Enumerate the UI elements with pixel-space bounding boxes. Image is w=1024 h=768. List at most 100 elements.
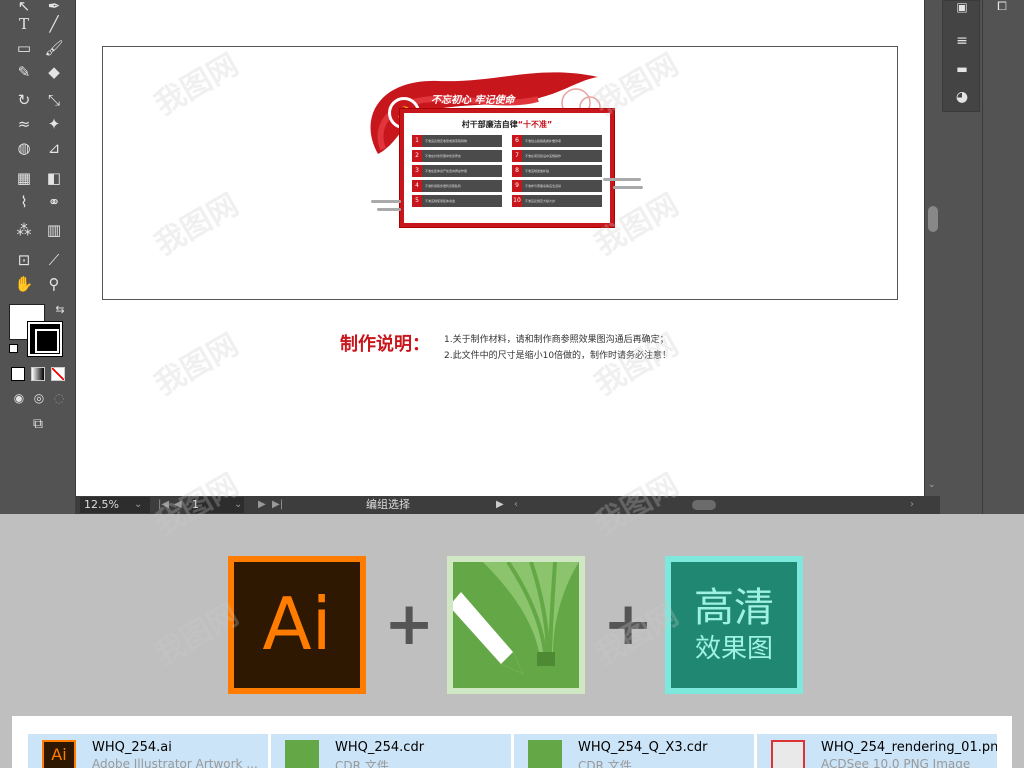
width-tool-icon[interactable]: ≈ — [12, 112, 36, 136]
board-title: 村干部廉洁自律“十不准” — [404, 119, 610, 130]
mesh-tool-icon[interactable]: ▦ — [12, 166, 36, 190]
zoom-dropdown-icon[interactable]: ⌄ — [134, 497, 142, 513]
default-colors-icon[interactable] — [9, 344, 18, 353]
symbol-sprayer-icon[interactable]: ⁂ — [12, 218, 36, 242]
cdr-file-icon — [528, 740, 562, 768]
tools-panel: ↖ ✒ T ╱ ▭ 🖌 ✎ ◆ ↻ ⤡ ≈ ✦ ◍ ⊿ ▦ ◧ ⌇ ⚭ ⁂ ▥ … — [0, 0, 76, 514]
vertical-scrollbar[interactable]: ⌄ — [924, 0, 940, 496]
panel-dock-column: ⧠ — [982, 0, 1020, 514]
rule-number: 3 — [412, 165, 422, 177]
rule-number: 4 — [412, 180, 422, 192]
rule-text: 不准在项目建设中违规操作 — [525, 154, 562, 158]
gradient-panel-icon[interactable]: ▬ — [950, 57, 974, 81]
shape-builder-icon[interactable]: ◍ — [12, 136, 36, 160]
next-artboard-icon[interactable]: ▶ — [258, 497, 266, 513]
file-item[interactable]: WHQ_254_Q_X3.cdr CDR 文件 — [514, 734, 754, 768]
layers-panel-icon[interactable]: ▣ — [950, 0, 974, 19]
file-item[interactable]: WHQ_254_rendering_01.png ACDSee 10.0 PNG… — [757, 734, 997, 768]
draw-inside-icon[interactable]: ◌ — [47, 386, 71, 410]
color-mode-icon[interactable] — [11, 367, 25, 381]
scale-tool-icon[interactable]: ⤡ — [42, 88, 66, 112]
transparency-panel-icon[interactable]: ◕ — [950, 85, 974, 109]
artboard-tool-icon[interactable]: ⊡ — [12, 248, 36, 272]
rule-item: 5 不准违规使用集体资金 — [412, 195, 502, 207]
eyedropper-icon[interactable]: ⌇ — [12, 190, 36, 214]
screen-mode-icon[interactable]: ⧉ — [26, 412, 50, 436]
rule-item: 10 不准违反规定大操大办 — [512, 195, 602, 207]
coreldraw-logo-icon — [453, 562, 579, 674]
artboard-dropdown-icon[interactable]: ⌄ — [234, 497, 242, 513]
rule-item: 2 不准在村务管理中优亲厚友 — [412, 150, 502, 162]
file-name: WHQ_254.cdr — [335, 740, 425, 755]
stroke-panel-icon[interactable]: ≡ — [950, 29, 974, 53]
artboard-number: 1 — [192, 498, 199, 511]
prev-artboard-icon[interactable]: ◀ — [174, 497, 182, 513]
status-mode-text: 编组选择 — [366, 498, 410, 511]
file-item[interactable]: Ai WHQ_254.ai Adobe Illustrator Artwork … — [28, 734, 268, 768]
file-type: Adobe Illustrator Artwork ... — [92, 757, 258, 768]
paintbrush-icon[interactable]: 🖌 — [42, 36, 66, 60]
board-title-highlight: “十不准” — [517, 120, 553, 129]
horizontal-scroll-thumb[interactable] — [692, 500, 716, 510]
eraser-icon[interactable]: ◆ — [42, 60, 66, 84]
scroll-down-icon[interactable]: ⌄ — [928, 480, 936, 490]
rule-text: 不准在集体资产处置中弄虚作假 — [425, 169, 468, 173]
first-artboard-icon[interactable]: |◀ — [158, 497, 169, 513]
cloud-decoration — [603, 178, 641, 181]
scroll-right-icon[interactable]: › — [910, 497, 914, 513]
blend-tool-icon[interactable]: ⚭ — [42, 190, 66, 214]
right-panel-dock: ▣ ≡ ▬ ◕ ⧠ — [940, 0, 1024, 514]
rules-board: 村干部廉洁自律“十不准” 1 不准违反规定收受或者索取财物 2 不准在村务管理中优亲厚… — [399, 108, 615, 228]
column-graph-icon[interactable]: ▥ — [42, 218, 66, 242]
rotate-tool-icon[interactable]: ↻ — [12, 88, 36, 112]
rule-number: 6 — [512, 135, 522, 147]
scroll-left-icon[interactable]: ‹ — [514, 497, 518, 513]
perspective-grid-icon[interactable]: ⊿ — [42, 136, 66, 160]
rule-text: 不准在村务管理中优亲厚友 — [425, 154, 462, 158]
panel-icons-column: ▣ ≡ ▬ ◕ — [942, 0, 980, 112]
hand-tool-icon[interactable]: ✋ — [12, 272, 36, 296]
rule-item: 9 不准参与黄赌毒等违法活动 — [512, 180, 602, 192]
slogan-text: 不忘初心 牢记使命 — [431, 95, 515, 106]
swap-colors-icon[interactable]: ⇆ — [48, 298, 72, 322]
page: ↖ ✒ T ╱ ▭ 🖌 ✎ ◆ ↻ ⤡ ≈ ✦ ◍ ⊿ ▦ ◧ ⌇ ⚭ ⁂ ▥ … — [0, 0, 1024, 768]
illustrator-window: ↖ ✒ T ╱ ▭ 🖌 ✎ ◆ ↻ ⤡ ≈ ✦ ◍ ⊿ ▦ ◧ ⌇ ⚭ ⁂ ▥ … — [0, 0, 1024, 514]
slice-tool-icon[interactable]: ⟋ — [42, 248, 66, 272]
rule-item: 1 不准违反规定收受或者索取财物 — [412, 135, 502, 147]
none-mode-icon[interactable] — [51, 367, 65, 381]
rule-item: 3 不准在集体资产处置中弄虚作假 — [412, 165, 502, 177]
rectangle-tool-icon[interactable]: ▭ — [12, 36, 36, 60]
rule-number: 2 — [412, 150, 422, 162]
rule-item: 7 不准在项目建设中违规操作 — [512, 150, 602, 162]
hd-rendering-badge: 高清 效果图 — [665, 556, 803, 694]
last-artboard-icon[interactable]: ▶| — [272, 497, 283, 513]
coreldraw-badge — [447, 556, 585, 694]
rule-number: 1 — [412, 135, 422, 147]
zoom-value: 12.5% — [84, 498, 119, 511]
rule-item: 6 不准侵占截留各类补偿款项 — [512, 135, 602, 147]
horizontal-scrollbar[interactable] — [506, 498, 926, 512]
puppet-warp-icon[interactable]: ✦ — [42, 112, 66, 136]
stroke-swatch[interactable] — [27, 321, 63, 357]
gradient-tool-icon[interactable]: ◧ — [42, 166, 66, 190]
shaper-tool-icon[interactable]: ✎ — [12, 60, 36, 84]
status-menu-icon[interactable]: ▶ — [496, 497, 504, 513]
artboards-panel-icon[interactable]: ⧠ — [990, 0, 1014, 18]
scrollbar-thumb[interactable] — [928, 206, 938, 232]
ai-file-icon: Ai — [42, 740, 76, 768]
type-tool-icon[interactable]: T — [12, 12, 36, 36]
rule-number: 5 — [412, 195, 422, 207]
hd-label-line2: 效果图 — [694, 634, 773, 664]
file-type: CDR 文件 — [578, 759, 632, 768]
cloud-decoration — [377, 208, 401, 211]
rule-number: 10 — [512, 195, 522, 207]
file-item[interactable]: WHQ_254.cdr CDR 文件 — [271, 734, 511, 768]
zoom-tool-icon[interactable]: ⚲ — [42, 272, 66, 296]
plus-sign: + — [384, 589, 435, 659]
rule-text: 不准违反规定收受或者索取财物 — [425, 139, 468, 143]
artboard: ☭ 不忘初心 牢记使命 村干部廉洁自律“十不准” 1不准违反规定收受或者索取财物… — [102, 46, 898, 300]
cdr-file-icon — [285, 740, 319, 768]
line-tool-icon[interactable]: ╱ — [42, 12, 66, 36]
cloud-decoration — [613, 186, 643, 189]
gradient-mode-icon[interactable] — [31, 367, 45, 381]
